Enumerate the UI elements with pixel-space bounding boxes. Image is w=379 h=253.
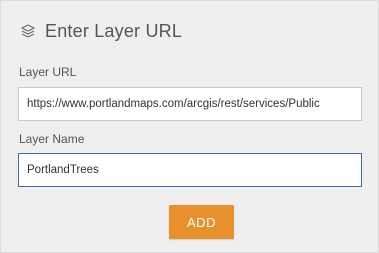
layer-url-input[interactable] (18, 87, 362, 121)
layers-icon (19, 22, 37, 40)
layer-name-input[interactable] (18, 153, 362, 187)
layer-name-label: Layer Name (19, 132, 85, 146)
add-button[interactable]: ADD (169, 205, 234, 239)
panel-header: Enter Layer URL (19, 18, 182, 44)
panel-title: Enter Layer URL (45, 20, 183, 41)
enter-layer-url-panel: Enter Layer URL Layer URL Layer Name ADD (0, 0, 379, 253)
layer-url-label: Layer URL (19, 65, 77, 79)
